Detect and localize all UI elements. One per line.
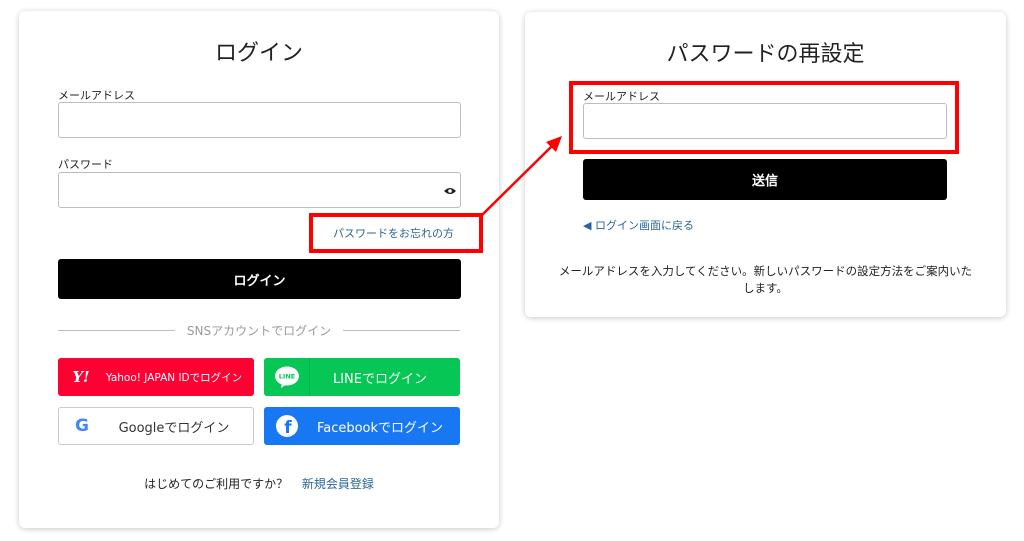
annotation-arrow-icon [480, 136, 562, 217]
